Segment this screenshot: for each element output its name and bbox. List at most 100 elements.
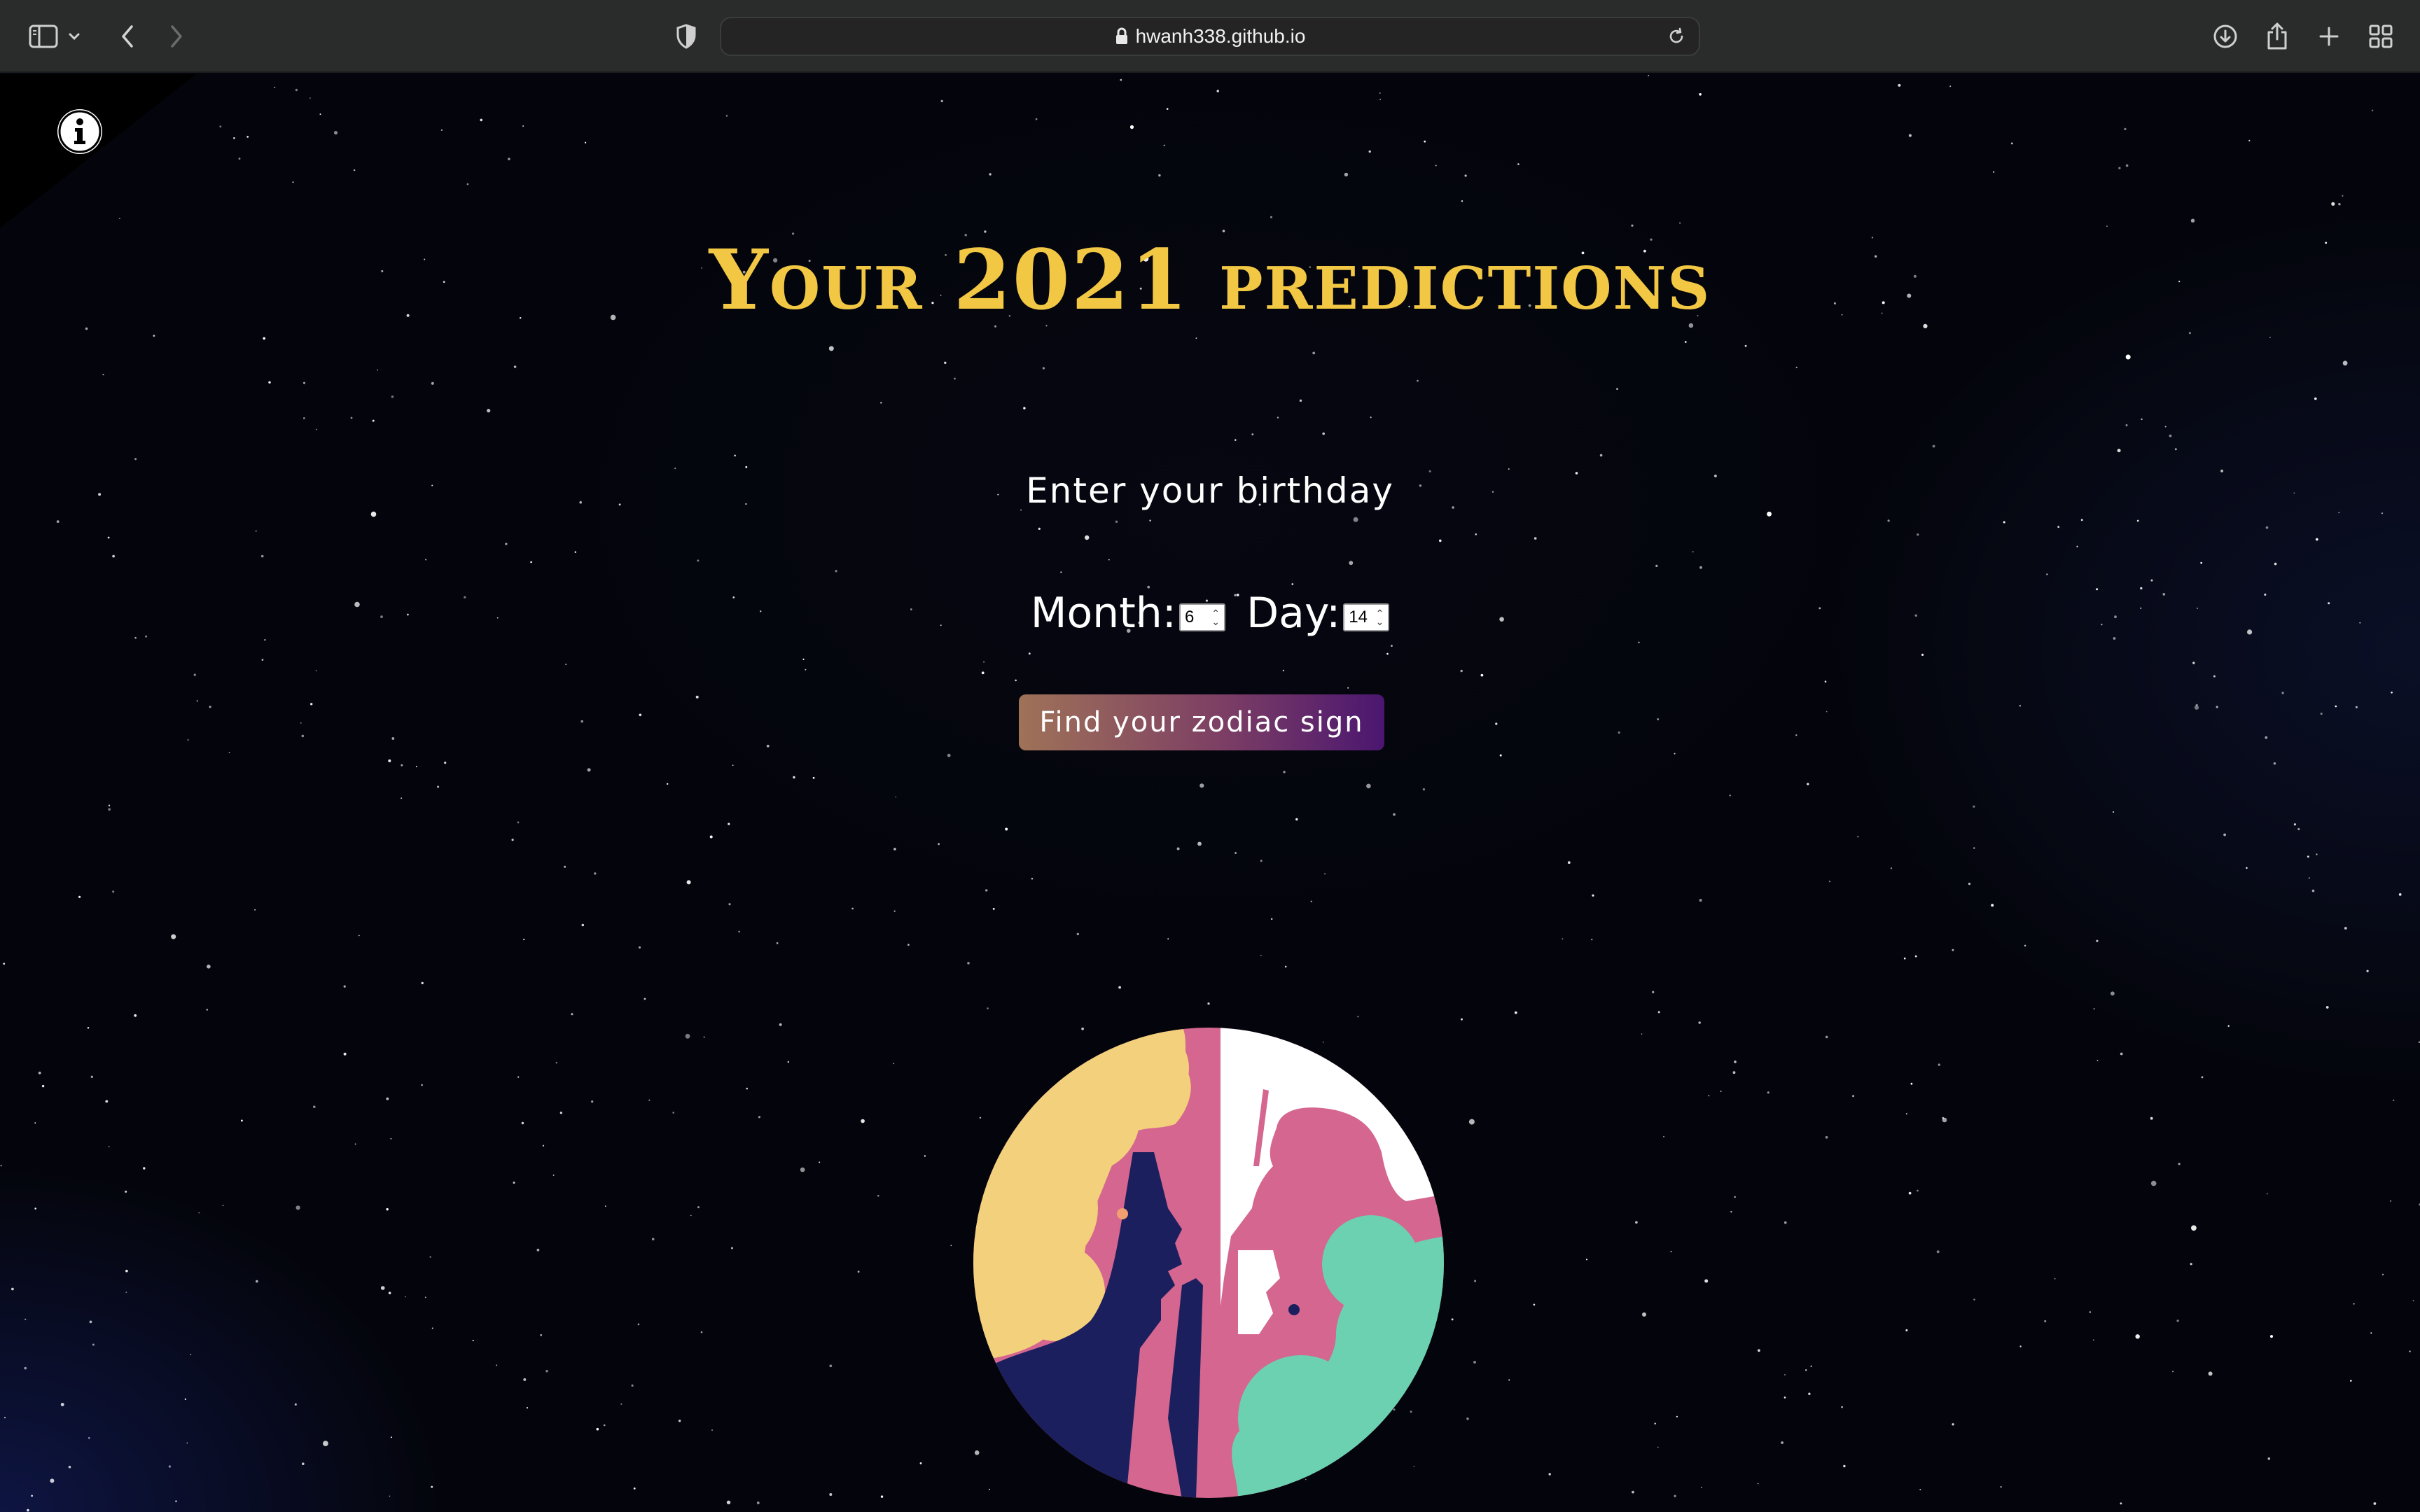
star [2150, 1116, 2153, 1120]
star [125, 1292, 127, 1294]
address-bar[interactable]: hwanh338.github.io [720, 17, 1700, 56]
star [1508, 1379, 1510, 1381]
star [1852, 1095, 1855, 1098]
reload-icon [1669, 27, 1683, 43]
star [1035, 118, 1038, 120]
star [1973, 805, 1975, 808]
star [421, 1084, 423, 1086]
star [1674, 752, 1676, 755]
star [1042, 367, 1045, 370]
star [908, 944, 910, 946]
star [703, 1036, 705, 1038]
star [472, 1340, 474, 1342]
new-tab-button[interactable] [2311, 18, 2347, 55]
star [746, 1087, 748, 1090]
star [523, 1378, 527, 1381]
sidebar-menu-button[interactable] [63, 18, 85, 55]
star [27, 1508, 29, 1512]
star [1890, 867, 1893, 869]
star [758, 1116, 760, 1119]
star [315, 670, 317, 671]
downloads-button[interactable] [2207, 18, 2244, 55]
star [1938, 1063, 1940, 1066]
star [2192, 662, 2195, 664]
star [4, 1417, 6, 1419]
reload-button[interactable] [1660, 20, 1693, 53]
star [372, 419, 375, 422]
star [1167, 938, 1169, 940]
month-input[interactable]: 6 ⌃ ⌄ [1178, 603, 1225, 631]
star [196, 700, 198, 702]
share-button[interactable] [2259, 18, 2295, 55]
star [1795, 734, 1797, 736]
star [555, 1062, 557, 1064]
star [954, 377, 956, 380]
back-button[interactable] [109, 18, 146, 55]
star [1322, 432, 1325, 435]
star [359, 934, 360, 937]
star [940, 99, 943, 103]
star [1197, 841, 1202, 846]
star [695, 695, 699, 699]
star [585, 141, 587, 144]
day-stepper-icon[interactable]: ⌃ ⌄ [1376, 608, 1384, 626]
star [2223, 833, 2227, 836]
star [2267, 1457, 2271, 1460]
star [496, 1364, 498, 1366]
star [1085, 535, 1090, 540]
shield-icon [676, 24, 696, 49]
star [1905, 1329, 1908, 1331]
star [388, 1292, 391, 1294]
star [3, 962, 6, 965]
star [1270, 216, 1272, 218]
info-button[interactable] [57, 109, 102, 154]
star [985, 889, 988, 892]
star [60, 1403, 64, 1406]
star [1699, 566, 1702, 569]
star [143, 1167, 146, 1170]
privacy-report-button[interactable] [668, 18, 704, 55]
star [648, 1099, 651, 1101]
star [268, 381, 271, 384]
sidebar-toggle-button[interactable] [25, 18, 62, 55]
star [68, 1465, 71, 1469]
star [255, 530, 257, 532]
forward-arrow-icon [171, 25, 182, 48]
star [756, 1502, 760, 1504]
star [2227, 1025, 2230, 1027]
find-zodiac-button[interactable]: Find your zodiac sign [1019, 694, 1384, 750]
forward-button[interactable] [158, 18, 195, 55]
star [2096, 1060, 2099, 1061]
star [678, 1420, 681, 1422]
star [686, 880, 691, 885]
star [241, 1119, 243, 1122]
star [1843, 1464, 1846, 1468]
star [31, 1494, 33, 1497]
star [89, 1320, 92, 1324]
day-input[interactable]: 14 ⌃ ⌄ [1343, 603, 1390, 631]
month-stepper-icon[interactable]: ⌃ ⌄ [1211, 608, 1220, 626]
star [87, 1027, 90, 1029]
star [1781, 1441, 1784, 1444]
star [1826, 710, 1828, 713]
star [1129, 125, 1134, 130]
star [1038, 527, 1041, 531]
star [1176, 847, 1180, 850]
star [319, 113, 321, 115]
star [1631, 224, 1634, 227]
star [2106, 225, 2108, 227]
star [1379, 99, 1382, 101]
tab-overview-button[interactable] [2363, 18, 2399, 55]
star [295, 1205, 300, 1210]
star [2110, 991, 2115, 996]
star [303, 417, 305, 419]
star [1942, 1116, 1945, 1119]
star [1657, 1011, 1660, 1014]
star [2353, 1303, 2355, 1305]
star [1699, 93, 1702, 96]
star [594, 872, 597, 875]
star [1618, 731, 1620, 734]
star [1283, 771, 1286, 774]
star [1277, 416, 1279, 419]
star [2003, 521, 2005, 524]
